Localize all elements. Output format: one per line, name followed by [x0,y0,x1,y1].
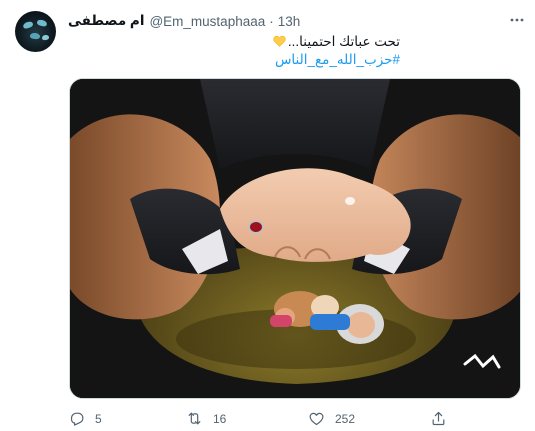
retweet-icon [188,412,201,425]
tweet[interactable]: ام مصطفى @Em_mustaphaaa · 13h تحت عباتك … [0,0,535,431]
tweet-text: تحت عباتك احتمينا... #حزب_الله_مع_الناس [100,33,400,69]
reply-icon [70,412,84,426]
cartoon-illustration [70,79,520,398]
share-icon [432,411,445,426]
tweet-image[interactable] [69,78,521,399]
separator-dot: · [269,13,274,29]
more-icon[interactable] [509,12,525,28]
tweet-text-line: تحت عباتك احتمينا... [100,33,400,51]
tweet-header: ام مصطفى @Em_mustaphaaa · 13h [68,12,300,30]
retweet-count: 16 [213,411,227,426]
like-icon [309,412,324,426]
like-button[interactable]: 252 [308,410,355,427]
yellow-heart-emoji-icon [273,35,286,47]
timestamp[interactable]: 13h [278,14,301,29]
share-button[interactable] [430,410,447,427]
hashtag-link[interactable]: #حزب_الله_مع_الناس [100,51,400,69]
like-count: 252 [335,411,356,426]
retweet-button[interactable]: 16 [186,410,226,427]
author-handle[interactable]: @Em_mustaphaaa [149,14,265,29]
tweet-text-content: تحت عباتك احتمينا... [287,34,400,49]
reply-button[interactable]: 5 [68,410,102,427]
author-name[interactable]: ام مصطفى [68,13,144,29]
reply-count: 5 [95,411,102,426]
avatar[interactable] [15,11,56,52]
